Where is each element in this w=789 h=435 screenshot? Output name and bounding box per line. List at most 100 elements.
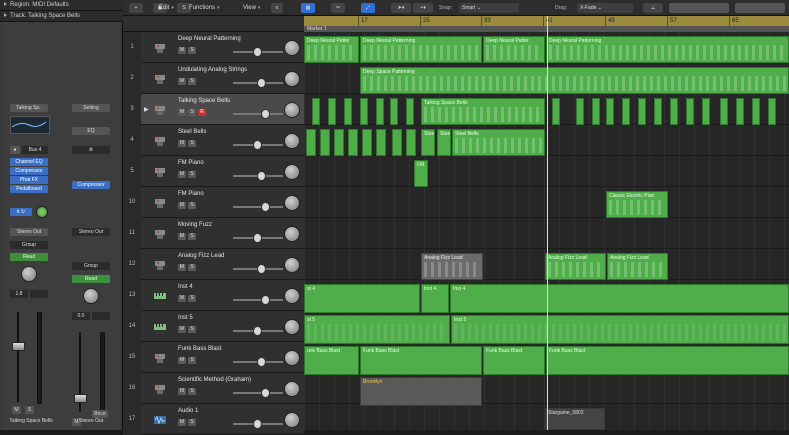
- track-name[interactable]: Analog Fizz Lead: [178, 253, 224, 259]
- midi-region[interactable]: [348, 129, 358, 156]
- eq-thumbnail[interactable]: [10, 116, 50, 134]
- track-name[interactable]: Talking Space Bells: [178, 98, 230, 104]
- track-header[interactable]: 1 Deep Neural Patterning M S: [123, 32, 304, 63]
- midi-region[interactable]: [606, 98, 614, 125]
- midi-region[interactable]: Inst 4: [450, 284, 789, 313]
- pan-knob[interactable]: [284, 71, 300, 87]
- volume-fader-track[interactable]: [17, 312, 19, 402]
- solo-button[interactable]: S: [188, 388, 196, 395]
- track-header[interactable]: 5 FM Piano M S: [123, 156, 304, 187]
- volume-slider-handle[interactable]: [257, 357, 266, 367]
- midi-region[interactable]: [320, 129, 330, 156]
- midi-region[interactable]: st 5: [304, 315, 450, 344]
- mute-button[interactable]: M: [178, 295, 186, 302]
- track-header[interactable]: 3 ▶ Talking Space Bells M S R: [123, 94, 304, 125]
- track-header[interactable]: 4 Steel Bells M S: [123, 125, 304, 156]
- midi-region[interactable]: [670, 98, 678, 125]
- midi-region[interactable]: Inst 5: [451, 315, 789, 344]
- pan-knob[interactable]: [284, 350, 300, 366]
- mute-button[interactable]: M: [12, 406, 21, 414]
- midi-region[interactable]: Steel Bells: [452, 129, 545, 156]
- view-options-icon[interactable]: ≡: [271, 3, 283, 13]
- io-input[interactable]: Ⅱ ↻: [10, 208, 32, 216]
- track-header[interactable]: 2 Undulating Analog Strings M S: [123, 63, 304, 94]
- pan-knob[interactable]: [284, 381, 300, 397]
- volume-fader[interactable]: [74, 394, 87, 403]
- midi-region[interactable]: [552, 98, 560, 125]
- solo-button[interactable]: S: [25, 406, 34, 414]
- track-name[interactable]: Funk Bass Blast: [178, 346, 221, 352]
- midi-region[interactable]: Funk Bass Blast: [360, 346, 482, 375]
- midi-region[interactable]: [362, 129, 372, 156]
- volume-slider-handle[interactable]: [257, 78, 266, 88]
- track-name[interactable]: Deep Neural Patterning: [178, 36, 241, 42]
- solo-button[interactable]: S: [188, 140, 196, 147]
- track-header[interactable]: 10 FM Piano M S: [123, 187, 304, 218]
- output-slot[interactable]: Stereo Out: [72, 228, 110, 236]
- volume-slider-handle[interactable]: [253, 233, 262, 243]
- track-header[interactable]: 14 Inst 5 MS: [123, 311, 304, 342]
- track-header[interactable]: 15 Funk Bass Blast M S: [123, 342, 304, 373]
- midi-region[interactable]: FM: [414, 160, 428, 187]
- volume-slider-track[interactable]: [233, 299, 283, 301]
- midi-region[interactable]: Deep Neural Patterning: [546, 36, 789, 63]
- midi-region[interactable]: Analog Fizz Lead: [607, 253, 668, 280]
- track-name[interactable]: Inst 4: [178, 284, 193, 290]
- pan-knob[interactable]: [284, 319, 300, 335]
- midi-region[interactable]: Deep Neural Patterning: [360, 36, 482, 63]
- volume-slider-handle[interactable]: [253, 419, 262, 429]
- eq-slot[interactable]: EQ: [72, 127, 110, 135]
- waveform-zoom-icon[interactable]: ⟂: [643, 3, 663, 13]
- track-header[interactable]: 11 Moving Fuzz M S: [123, 218, 304, 249]
- midi-region[interactable]: [306, 129, 316, 156]
- pencil-tool-icon[interactable]: +▾: [413, 3, 433, 13]
- track-name[interactable]: Steel Bells: [178, 129, 206, 135]
- plugin-slot-1[interactable]: Compressor: [72, 181, 110, 189]
- mute-button[interactable]: M: [178, 140, 186, 147]
- midi-region[interactable]: Inst 4: [421, 284, 449, 313]
- pointer-tool-icon[interactable]: ➤▾: [391, 3, 411, 13]
- region-inspector-header[interactable]: Region: MIDI Defaults: [0, 0, 123, 11]
- automation-mode[interactable]: Read: [72, 275, 110, 283]
- midi-region[interactable]: [376, 129, 386, 156]
- input-monitor-icon[interactable]: [36, 206, 48, 218]
- new-tracks-button[interactable]: +: [129, 3, 143, 13]
- midi-region[interactable]: Deep Space Patterning: [360, 67, 789, 94]
- midi-region[interactable]: [328, 98, 336, 125]
- drag-dropdown[interactable]: X-Fade ⌄: [577, 3, 633, 13]
- setting-button[interactable]: Talking Sp..: [10, 104, 48, 112]
- solo-button[interactable]: S: [188, 233, 196, 240]
- bus-send[interactable]: Bus 4: [22, 146, 48, 154]
- pan-knob[interactable]: [284, 257, 300, 273]
- midi-region[interactable]: [344, 98, 352, 125]
- solo-button[interactable]: S: [188, 171, 196, 178]
- volume-slider-handle[interactable]: [261, 109, 270, 119]
- solo-button[interactable]: S: [188, 264, 196, 271]
- mute-button[interactable]: M: [178, 357, 186, 364]
- automation-mode[interactable]: Read: [10, 253, 48, 261]
- track-header[interactable]: 17 Audio 1 MS: [123, 404, 304, 435]
- mute-button[interactable]: M: [178, 326, 186, 333]
- audio-region[interactable]: Brooklyn: [360, 377, 482, 406]
- volume-slider-handle[interactable]: [257, 171, 266, 181]
- mute-button[interactable]: M: [178, 233, 186, 240]
- mute-button[interactable]: M: [178, 109, 186, 116]
- solo-button[interactable]: S: [188, 78, 196, 85]
- solo-button[interactable]: S: [188, 419, 196, 426]
- midi-region[interactable]: Talking Space Bells: [421, 98, 545, 125]
- midi-region[interactable]: unk Bass Blast: [304, 346, 359, 375]
- track-name[interactable]: Moving Fuzz: [178, 222, 212, 228]
- audio-region[interactable]: Stargame_0803: [545, 408, 605, 430]
- volume-slider-handle[interactable]: [261, 295, 270, 305]
- catch-playhead-icon[interactable]: ▦: [301, 3, 315, 13]
- midi-region[interactable]: [376, 98, 384, 125]
- track-header[interactable]: 12 Analog Fizz Lead M S: [123, 249, 304, 280]
- midi-region[interactable]: Funk Bass Blast: [483, 346, 545, 375]
- midi-region[interactable]: [654, 98, 662, 125]
- track-inspector-header[interactable]: Track: Talking Space Bells: [0, 11, 123, 22]
- midi-region[interactable]: [390, 98, 398, 125]
- pan-knob[interactable]: [284, 412, 300, 428]
- solo-button[interactable]: S: [188, 202, 196, 209]
- track-name[interactable]: Scientific Method (Graham): [178, 377, 251, 383]
- midi-region[interactable]: [360, 98, 368, 125]
